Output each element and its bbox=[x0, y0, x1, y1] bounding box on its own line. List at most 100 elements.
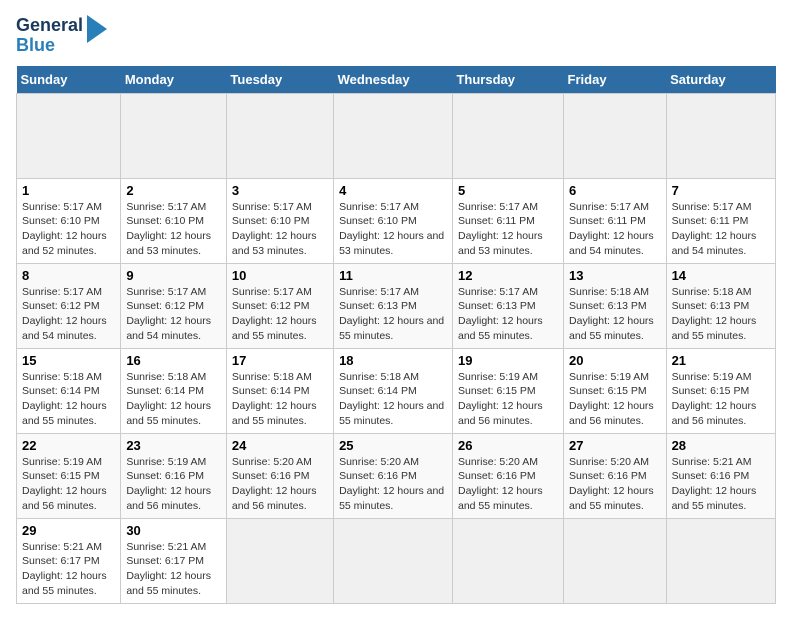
day-info: Sunrise: 5:17 AMSunset: 6:10 PMDaylight:… bbox=[22, 201, 107, 257]
calendar-cell: 29 Sunrise: 5:21 AMSunset: 6:17 PMDaylig… bbox=[17, 518, 121, 603]
column-header-saturday: Saturday bbox=[666, 66, 775, 94]
day-info: Sunrise: 5:19 AMSunset: 6:15 PMDaylight:… bbox=[672, 371, 757, 427]
calendar-cell: 9 Sunrise: 5:17 AMSunset: 6:12 PMDayligh… bbox=[121, 263, 227, 348]
day-number: 3 bbox=[232, 183, 328, 198]
day-number: 20 bbox=[569, 353, 661, 368]
day-info: Sunrise: 5:19 AMSunset: 6:16 PMDaylight:… bbox=[126, 456, 211, 512]
calendar-week-5: 22 Sunrise: 5:19 AMSunset: 6:15 PMDaylig… bbox=[17, 433, 776, 518]
calendar-cell: 4 Sunrise: 5:17 AMSunset: 6:10 PMDayligh… bbox=[334, 178, 453, 263]
calendar-week-2: 1 Sunrise: 5:17 AMSunset: 6:10 PMDayligh… bbox=[17, 178, 776, 263]
calendar-cell bbox=[666, 518, 775, 603]
column-header-wednesday: Wednesday bbox=[334, 66, 453, 94]
day-info: Sunrise: 5:20 AMSunset: 6:16 PMDaylight:… bbox=[339, 456, 444, 512]
day-number: 28 bbox=[672, 438, 770, 453]
header: GeneralBlue bbox=[16, 16, 776, 56]
day-info: Sunrise: 5:21 AMSunset: 6:16 PMDaylight:… bbox=[672, 456, 757, 512]
day-number: 11 bbox=[339, 268, 447, 283]
calendar-cell: 18 Sunrise: 5:18 AMSunset: 6:14 PMDaylig… bbox=[334, 348, 453, 433]
day-number: 21 bbox=[672, 353, 770, 368]
calendar-cell bbox=[452, 518, 563, 603]
day-info: Sunrise: 5:17 AMSunset: 6:10 PMDaylight:… bbox=[339, 201, 444, 257]
day-number: 15 bbox=[22, 353, 115, 368]
day-info: Sunrise: 5:17 AMSunset: 6:10 PMDaylight:… bbox=[232, 201, 317, 257]
calendar-cell: 23 Sunrise: 5:19 AMSunset: 6:16 PMDaylig… bbox=[121, 433, 227, 518]
calendar-cell: 1 Sunrise: 5:17 AMSunset: 6:10 PMDayligh… bbox=[17, 178, 121, 263]
column-header-monday: Monday bbox=[121, 66, 227, 94]
day-info: Sunrise: 5:21 AMSunset: 6:17 PMDaylight:… bbox=[22, 541, 107, 597]
calendar-cell: 2 Sunrise: 5:17 AMSunset: 6:10 PMDayligh… bbox=[121, 178, 227, 263]
calendar-cell: 12 Sunrise: 5:17 AMSunset: 6:13 PMDaylig… bbox=[452, 263, 563, 348]
calendar-week-4: 15 Sunrise: 5:18 AMSunset: 6:14 PMDaylig… bbox=[17, 348, 776, 433]
day-number: 22 bbox=[22, 438, 115, 453]
calendar-cell: 11 Sunrise: 5:17 AMSunset: 6:13 PMDaylig… bbox=[334, 263, 453, 348]
logo-text: GeneralBlue bbox=[16, 16, 83, 56]
day-number: 16 bbox=[126, 353, 221, 368]
day-number: 27 bbox=[569, 438, 661, 453]
calendar-cell: 21 Sunrise: 5:19 AMSunset: 6:15 PMDaylig… bbox=[666, 348, 775, 433]
day-number: 26 bbox=[458, 438, 558, 453]
calendar-cell: 30 Sunrise: 5:21 AMSunset: 6:17 PMDaylig… bbox=[121, 518, 227, 603]
day-number: 18 bbox=[339, 353, 447, 368]
day-info: Sunrise: 5:20 AMSunset: 6:16 PMDaylight:… bbox=[458, 456, 543, 512]
calendar-cell: 14 Sunrise: 5:18 AMSunset: 6:13 PMDaylig… bbox=[666, 263, 775, 348]
calendar-cell: 7 Sunrise: 5:17 AMSunset: 6:11 PMDayligh… bbox=[666, 178, 775, 263]
calendar-cell bbox=[121, 93, 227, 178]
calendar-cell: 3 Sunrise: 5:17 AMSunset: 6:10 PMDayligh… bbox=[226, 178, 333, 263]
day-number: 7 bbox=[672, 183, 770, 198]
calendar-cell bbox=[666, 93, 775, 178]
day-number: 1 bbox=[22, 183, 115, 198]
day-number: 5 bbox=[458, 183, 558, 198]
calendar-cell: 15 Sunrise: 5:18 AMSunset: 6:14 PMDaylig… bbox=[17, 348, 121, 433]
day-info: Sunrise: 5:21 AMSunset: 6:17 PMDaylight:… bbox=[126, 541, 211, 597]
day-number: 2 bbox=[126, 183, 221, 198]
calendar-cell bbox=[17, 93, 121, 178]
calendar-cell bbox=[334, 518, 453, 603]
day-info: Sunrise: 5:17 AMSunset: 6:11 PMDaylight:… bbox=[458, 201, 543, 257]
day-info: Sunrise: 5:18 AMSunset: 6:14 PMDaylight:… bbox=[22, 371, 107, 427]
calendar-cell: 6 Sunrise: 5:17 AMSunset: 6:11 PMDayligh… bbox=[564, 178, 667, 263]
day-info: Sunrise: 5:17 AMSunset: 6:10 PMDaylight:… bbox=[126, 201, 211, 257]
day-info: Sunrise: 5:19 AMSunset: 6:15 PMDaylight:… bbox=[22, 456, 107, 512]
day-number: 25 bbox=[339, 438, 447, 453]
day-info: Sunrise: 5:18 AMSunset: 6:14 PMDaylight:… bbox=[232, 371, 317, 427]
day-number: 17 bbox=[232, 353, 328, 368]
calendar-cell bbox=[334, 93, 453, 178]
calendar-week-6: 29 Sunrise: 5:21 AMSunset: 6:17 PMDaylig… bbox=[17, 518, 776, 603]
calendar-cell: 27 Sunrise: 5:20 AMSunset: 6:16 PMDaylig… bbox=[564, 433, 667, 518]
day-info: Sunrise: 5:17 AMSunset: 6:11 PMDaylight:… bbox=[672, 201, 757, 257]
day-info: Sunrise: 5:17 AMSunset: 6:11 PMDaylight:… bbox=[569, 201, 654, 257]
calendar-cell: 26 Sunrise: 5:20 AMSunset: 6:16 PMDaylig… bbox=[452, 433, 563, 518]
day-info: Sunrise: 5:19 AMSunset: 6:15 PMDaylight:… bbox=[569, 371, 654, 427]
calendar-cell: 28 Sunrise: 5:21 AMSunset: 6:16 PMDaylig… bbox=[666, 433, 775, 518]
day-number: 29 bbox=[22, 523, 115, 538]
calendar-cell: 5 Sunrise: 5:17 AMSunset: 6:11 PMDayligh… bbox=[452, 178, 563, 263]
day-info: Sunrise: 5:17 AMSunset: 6:13 PMDaylight:… bbox=[458, 286, 543, 342]
column-header-tuesday: Tuesday bbox=[226, 66, 333, 94]
day-info: Sunrise: 5:19 AMSunset: 6:15 PMDaylight:… bbox=[458, 371, 543, 427]
calendar-cell: 25 Sunrise: 5:20 AMSunset: 6:16 PMDaylig… bbox=[334, 433, 453, 518]
calendar-cell bbox=[564, 93, 667, 178]
calendar-cell bbox=[452, 93, 563, 178]
logo-arrow-icon bbox=[87, 15, 107, 43]
day-number: 6 bbox=[569, 183, 661, 198]
calendar-table: SundayMondayTuesdayWednesdayThursdayFrid… bbox=[16, 66, 776, 604]
day-number: 23 bbox=[126, 438, 221, 453]
day-info: Sunrise: 5:17 AMSunset: 6:12 PMDaylight:… bbox=[126, 286, 211, 342]
day-info: Sunrise: 5:20 AMSunset: 6:16 PMDaylight:… bbox=[569, 456, 654, 512]
calendar-cell: 20 Sunrise: 5:19 AMSunset: 6:15 PMDaylig… bbox=[564, 348, 667, 433]
day-info: Sunrise: 5:17 AMSunset: 6:12 PMDaylight:… bbox=[232, 286, 317, 342]
calendar-cell: 13 Sunrise: 5:18 AMSunset: 6:13 PMDaylig… bbox=[564, 263, 667, 348]
day-number: 4 bbox=[339, 183, 447, 198]
day-info: Sunrise: 5:18 AMSunset: 6:14 PMDaylight:… bbox=[339, 371, 444, 427]
day-number: 24 bbox=[232, 438, 328, 453]
day-number: 14 bbox=[672, 268, 770, 283]
day-info: Sunrise: 5:18 AMSunset: 6:13 PMDaylight:… bbox=[569, 286, 654, 342]
column-header-thursday: Thursday bbox=[452, 66, 563, 94]
day-number: 13 bbox=[569, 268, 661, 283]
calendar-cell: 19 Sunrise: 5:19 AMSunset: 6:15 PMDaylig… bbox=[452, 348, 563, 433]
day-info: Sunrise: 5:20 AMSunset: 6:16 PMDaylight:… bbox=[232, 456, 317, 512]
calendar-cell: 16 Sunrise: 5:18 AMSunset: 6:14 PMDaylig… bbox=[121, 348, 227, 433]
day-info: Sunrise: 5:18 AMSunset: 6:13 PMDaylight:… bbox=[672, 286, 757, 342]
column-header-sunday: Sunday bbox=[17, 66, 121, 94]
calendar-cell: 22 Sunrise: 5:19 AMSunset: 6:15 PMDaylig… bbox=[17, 433, 121, 518]
